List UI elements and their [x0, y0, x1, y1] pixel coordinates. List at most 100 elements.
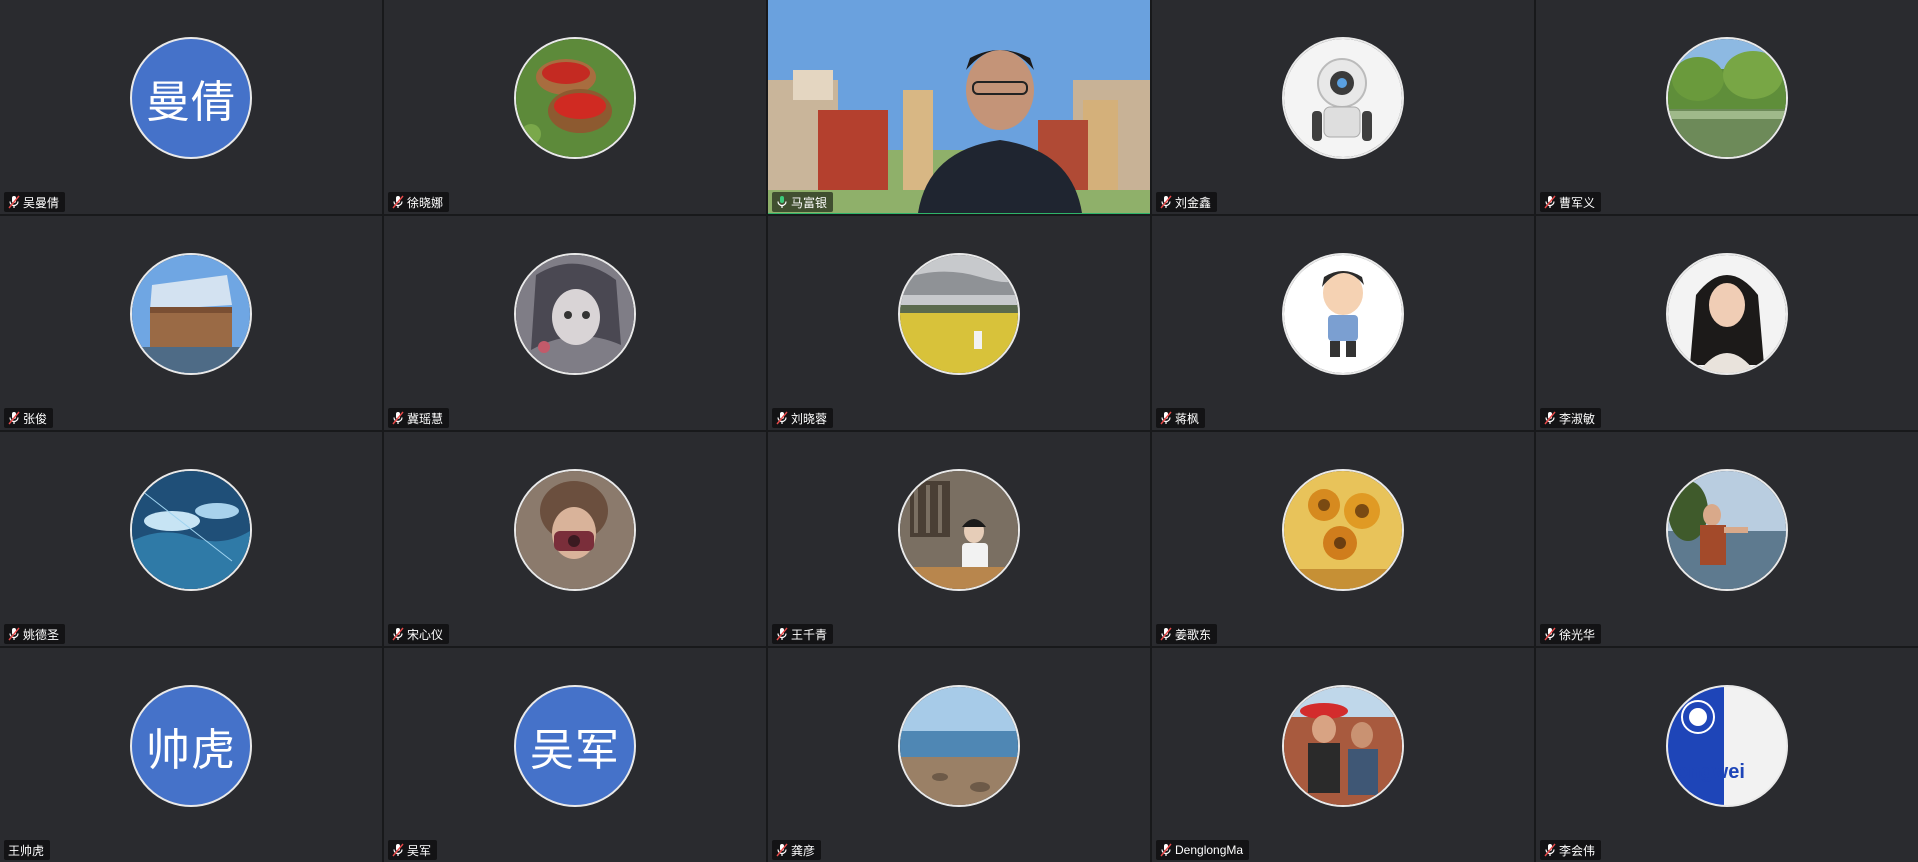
- sunflowers-photo-icon: [1282, 469, 1404, 592]
- mic-muted-icon: [392, 627, 404, 641]
- name-tag: 刘晓蓉: [772, 408, 834, 428]
- mic-muted-icon: [1544, 195, 1556, 209]
- mic-muted-icon: [8, 627, 20, 641]
- participant-name: 刘晓蓉: [791, 411, 828, 426]
- mic-muted-icon: [1160, 411, 1172, 425]
- participant-tile[interactable]: 蒋枫: [1152, 216, 1534, 430]
- participant-name: 马富银: [791, 195, 828, 210]
- mic-muted-icon: [392, 411, 404, 425]
- mic-muted-icon: [1160, 627, 1172, 641]
- participant-name: 姚德圣: [23, 627, 60, 642]
- woman-portrait-photo-icon: [1666, 253, 1788, 376]
- participant-tile[interactable]: 徐晓娜: [384, 0, 766, 214]
- mic-active-icon: [777, 196, 787, 208]
- participant-name: DenglongMa: [1175, 843, 1244, 857]
- name-tag: 蒋枫: [1156, 408, 1206, 428]
- participant-name: 吴曼倩: [23, 195, 60, 210]
- name-tag: 马富银: [772, 192, 834, 212]
- name-tag: 李会伟: [1540, 840, 1602, 860]
- participant-name: 李会伟: [1559, 843, 1596, 858]
- name-tag: 徐晓娜: [388, 192, 450, 212]
- beach-photo-icon: [898, 685, 1020, 808]
- girl-seated-photo-icon: [898, 469, 1020, 592]
- name-tag: 吴军: [388, 840, 438, 860]
- building-photo-icon: [130, 253, 252, 376]
- mic-muted-icon: [1544, 627, 1556, 641]
- participant-name: 刘金鑫: [1175, 195, 1212, 210]
- name-tag: 李淑敏: [1540, 408, 1602, 428]
- participant-name: 王帅虎: [8, 843, 45, 858]
- participant-tile[interactable]: 刘金鑫: [1152, 0, 1534, 214]
- participant-tile[interactable]: 曹军义: [1536, 0, 1918, 214]
- mic-muted-icon: [392, 843, 404, 857]
- name-tag: 冀瑶慧: [388, 408, 450, 428]
- name-tag: 张俊: [4, 408, 54, 428]
- initials-avatar: 吴军: [514, 685, 636, 808]
- participant-name: 宋心仪: [407, 627, 444, 642]
- field-photo-icon: [898, 253, 1020, 376]
- name-tag: 龚彦: [772, 840, 822, 860]
- name-tag: 王千青: [772, 624, 834, 644]
- two-men-photo-icon: [1282, 685, 1404, 808]
- participant-name: 龚彦: [791, 843, 816, 858]
- mic-muted-icon: [776, 843, 788, 857]
- name-tag: 姚德圣: [4, 624, 66, 644]
- participant-tile[interactable]: ongwei 李会伟: [1536, 648, 1918, 862]
- name-tag: 吴曼倩: [4, 192, 66, 212]
- participant-tile[interactable]: 宋心仪: [384, 432, 766, 646]
- name-tag: 刘金鑫: [1156, 192, 1218, 212]
- name-tag: 宋心仪: [388, 624, 450, 644]
- mic-muted-icon: [392, 195, 404, 209]
- participant-tile[interactable]: 李淑敏: [1536, 216, 1918, 430]
- mic-muted-icon: [1544, 411, 1556, 425]
- participant-tile[interactable]: 龚彦: [768, 648, 1150, 862]
- name-tag: 徐光华: [1540, 624, 1602, 644]
- participant-name: 吴军: [407, 843, 432, 858]
- participant-tile[interactable]: 王千青: [768, 432, 1150, 646]
- participant-tile-active-speaker[interactable]: 马富银: [768, 0, 1150, 214]
- participant-name: 徐光华: [1559, 627, 1596, 642]
- name-tag: DenglongMa: [1156, 840, 1250, 860]
- participant-tile[interactable]: 曼倩 吴曼倩: [0, 0, 382, 214]
- mic-muted-icon: [1160, 843, 1172, 857]
- name-tag: 姜歌东: [1156, 624, 1218, 644]
- hiker-photo-icon: [1666, 469, 1788, 592]
- participant-name: 徐晓娜: [407, 195, 444, 210]
- participant-name: 李淑敏: [1559, 411, 1596, 426]
- basket-photo-icon: [514, 37, 636, 160]
- participant-tile[interactable]: 姚德圣: [0, 432, 382, 646]
- initials-avatar: 曼倩: [130, 37, 252, 160]
- participant-name: 姜歌东: [1175, 627, 1212, 642]
- mic-muted-icon: [1544, 843, 1556, 857]
- participant-tile[interactable]: 吴军 吴军: [384, 648, 766, 862]
- name-tag: 曹军义: [1540, 192, 1602, 212]
- mic-muted-icon: [776, 627, 788, 641]
- name-tag: 王帅虎: [4, 840, 51, 860]
- mic-muted-icon: [8, 195, 20, 209]
- participant-tile[interactable]: 帅虎 王帅虎: [0, 648, 382, 862]
- participant-name: 曹军义: [1559, 195, 1596, 210]
- participant-tile[interactable]: 姜歌东: [1152, 432, 1534, 646]
- mic-muted-icon: [8, 411, 20, 425]
- video-feed: [768, 0, 1150, 213]
- mic-muted-icon: [776, 411, 788, 425]
- anime-girl-photo-icon: [514, 253, 636, 376]
- participant-name: 蒋枫: [1175, 411, 1200, 426]
- participant-tile[interactable]: DenglongMa: [1152, 648, 1534, 862]
- sky-illustration-photo-icon: [130, 469, 252, 592]
- lake-photo-icon: [1666, 37, 1788, 160]
- robot-photo-icon: [1282, 37, 1404, 160]
- participant-name: 张俊: [23, 411, 48, 426]
- participant-name: 王千青: [791, 627, 828, 642]
- mic-muted-icon: [1160, 195, 1172, 209]
- participant-tile[interactable]: 张俊: [0, 216, 382, 430]
- cartoon-man-photo-icon: [1282, 253, 1404, 376]
- initials-avatar: 帅虎: [130, 685, 252, 808]
- participant-tile[interactable]: 徐光华: [1536, 432, 1918, 646]
- logo-photo-icon: ongwei: [1666, 685, 1788, 808]
- logo-text: ongwei: [1676, 761, 1745, 784]
- video-grid: 曼倩 吴曼倩 徐晓娜 马富银 刘金鑫 曹军义 张俊 冀瑶慧 刘晓蓉 蒋枫 李淑敏…: [0, 0, 1918, 862]
- participant-tile[interactable]: 刘晓蓉: [768, 216, 1150, 430]
- camera-girl-photo-icon: [514, 469, 636, 592]
- participant-tile[interactable]: 冀瑶慧: [384, 216, 766, 430]
